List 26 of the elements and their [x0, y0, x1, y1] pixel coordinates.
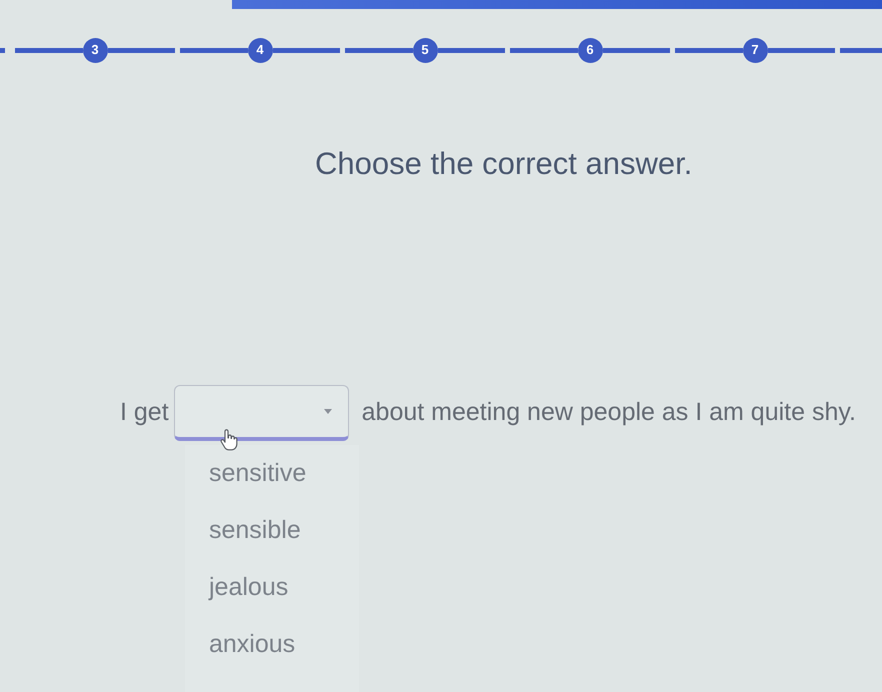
progress-track: [108, 48, 175, 52]
progress-track: [675, 48, 742, 52]
sentence-text: about meeting new people as I am quite shy.: [362, 397, 856, 428]
progress-track: [180, 48, 248, 52]
step-number: 6: [578, 38, 602, 62]
progress-track: [272, 48, 340, 52]
progress-track: [768, 48, 835, 52]
progress-track: [840, 48, 882, 52]
progress-track: [15, 48, 82, 52]
dropdown-option[interactable]: anxious: [185, 616, 359, 673]
step-number: 4: [248, 38, 272, 62]
hand-pointer-icon: [218, 429, 239, 451]
progress-track: [0, 48, 5, 52]
step-number: 5: [412, 38, 438, 62]
dropdown-option[interactable]: sensitive: [185, 445, 359, 502]
progress-track: [438, 48, 505, 52]
caret-down-icon: [324, 409, 332, 414]
step-number: 3: [82, 38, 108, 62]
progress-track: [602, 48, 670, 52]
progress-track: [510, 48, 578, 52]
dropdown-option[interactable]: sensible: [185, 502, 359, 559]
dropdown-option[interactable]: jealous: [185, 559, 359, 616]
progress-track: [345, 48, 412, 52]
step-number: 7: [742, 38, 768, 62]
question-title: Choose the correct answer.: [315, 145, 692, 183]
sentence-text: I get: [120, 397, 169, 428]
